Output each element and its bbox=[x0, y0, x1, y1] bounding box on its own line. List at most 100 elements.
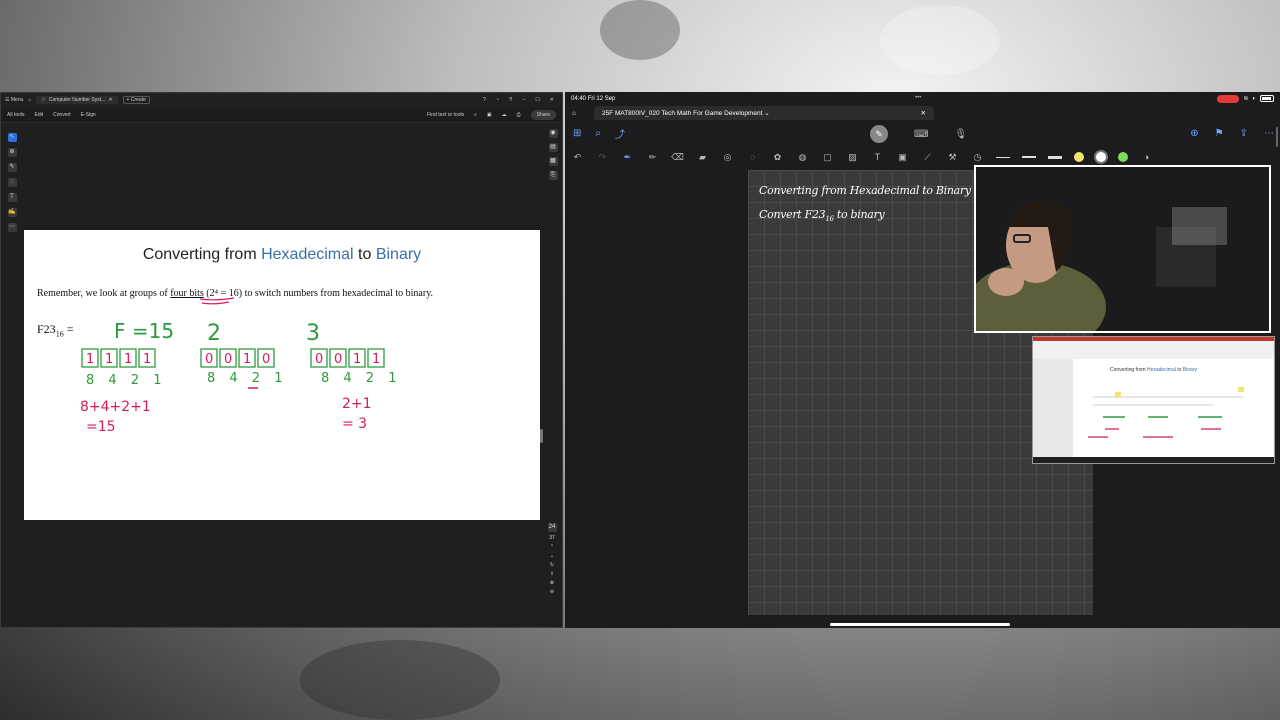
sticker-tool-icon[interactable]: ◍ bbox=[796, 152, 809, 163]
pencil-tool-icon[interactable]: ✏ bbox=[646, 152, 659, 163]
bell-icon[interactable]: ◔ bbox=[496, 97, 499, 103]
pen-icon[interactable]: ✎ bbox=[7, 163, 17, 172]
search-icon[interactable]: ⌕ bbox=[474, 112, 477, 118]
multitask-dots[interactable]: ••• bbox=[915, 95, 921, 101]
apps-icon[interactable]: ⠿ bbox=[509, 97, 513, 103]
close-tab-icon[interactable]: ✕ bbox=[108, 97, 112, 103]
bit-value: 0 bbox=[315, 352, 323, 367]
pdf-titlebar: ☰ Menu ⌂ ☆ Computer Number Syst... ✕ + C… bbox=[1, 93, 562, 107]
bit-value: 1 bbox=[243, 352, 251, 367]
search-icon[interactable]: ⌕ bbox=[595, 128, 601, 139]
green-color-swatch[interactable] bbox=[1118, 152, 1128, 162]
microphone-icon[interactable]: 🎙 bbox=[954, 129, 967, 140]
more-icon[interactable]: ⋯ bbox=[1264, 128, 1274, 139]
menu-button[interactable]: ☰ Menu bbox=[5, 97, 23, 103]
bit-value: 1 bbox=[86, 352, 94, 367]
create-button[interactable]: + Create bbox=[122, 96, 150, 104]
wallpaper-bubble bbox=[300, 640, 500, 720]
text-box-icon[interactable]: T bbox=[7, 193, 17, 202]
note-heading: Converting from Hexadecimal to Binary bbox=[759, 184, 971, 197]
page-down-icon[interactable]: ⌄ bbox=[550, 553, 554, 559]
home-icon[interactable]: ⌂ bbox=[572, 110, 576, 117]
save-icon[interactable]: ▣ bbox=[487, 112, 492, 118]
thin-stroke-option[interactable] bbox=[996, 156, 1010, 158]
eraser-tool-icon[interactable]: ⌫ bbox=[671, 152, 684, 163]
lasso-tool-icon[interactable]: ◌ bbox=[746, 152, 759, 162]
print-icon[interactable]: ⎙ bbox=[517, 112, 521, 118]
redo-icon[interactable]: ↷ bbox=[596, 152, 609, 163]
bookmark-icon[interactable]: ▤ bbox=[548, 143, 558, 152]
lasso-icon[interactable]: ◌ bbox=[7, 178, 17, 187]
pdf-scrollbar[interactable] bbox=[540, 429, 543, 443]
comment-icon[interactable]: ◉ bbox=[548, 129, 558, 138]
home-icon[interactable]: ⌂ bbox=[28, 97, 31, 103]
timer-icon[interactable]: ◷ bbox=[971, 152, 984, 163]
medium-stroke-option[interactable] bbox=[1022, 156, 1036, 158]
drawing-toolbar: ↶ ↷ ✒ ✏ ⌫ ▰ ◎ ◌ ✿ ◍ ▢ ▨ T ▣ ⟋ ⚒ ◷ ◑ bbox=[565, 147, 1280, 167]
image-tool-icon[interactable]: ▢ bbox=[821, 152, 834, 163]
window-controls: ? ◔ ⠿ – ☐ ✕ bbox=[483, 97, 562, 103]
page-up-icon[interactable]: ⌃ bbox=[550, 544, 554, 550]
document-tab[interactable]: 25F MAT800IV_020 Tech Math For Game Deve… bbox=[593, 106, 934, 120]
chevron-down-icon[interactable]: ⌄ bbox=[764, 110, 769, 117]
shape-tool-icon[interactable]: ◎ bbox=[721, 152, 734, 163]
keyboard-icon[interactable]: ⌨ bbox=[914, 129, 928, 140]
undo-icon[interactable]: ↶ bbox=[571, 152, 584, 163]
ruler-tool-icon[interactable]: ⚒ bbox=[946, 152, 959, 163]
laser-tool-icon[interactable]: ⟋ bbox=[921, 152, 934, 163]
rotate-icon[interactable]: ↻ bbox=[550, 562, 554, 568]
attachment-icon[interactable]: ⎘ bbox=[548, 171, 558, 180]
color-picker-icon[interactable]: ◑ bbox=[1140, 152, 1153, 162]
select-cursor-icon[interactable]: ↖ bbox=[7, 133, 17, 142]
ink-label-f: F =15 bbox=[114, 319, 174, 343]
zoom-out-icon[interactable]: ⊖ bbox=[550, 589, 554, 595]
download-icon[interactable]: ⇩ bbox=[550, 571, 554, 577]
white-color-swatch[interactable] bbox=[1096, 152, 1106, 162]
camera-tool-icon[interactable]: ▣ bbox=[896, 152, 909, 163]
home-indicator[interactable] bbox=[830, 623, 1010, 626]
convert-button[interactable]: Convert bbox=[53, 112, 71, 118]
export-icon[interactable]: ⇪ bbox=[1240, 128, 1248, 139]
thick-stroke-option[interactable] bbox=[1048, 155, 1062, 159]
pdf-reader-window: ☰ Menu ⌂ ☆ Computer Number Syst... ✕ + C… bbox=[0, 92, 563, 628]
edit-button[interactable]: Edit bbox=[35, 112, 44, 118]
pen-tool-icon[interactable]: ✒ bbox=[621, 152, 634, 163]
find-tools-input[interactable]: Find text or tools bbox=[427, 112, 464, 118]
signature-icon[interactable]: ✍ bbox=[7, 208, 17, 217]
current-page[interactable]: 24 bbox=[547, 523, 557, 532]
elements-tool-icon[interactable]: ✿ bbox=[771, 152, 784, 163]
handwritten-annotations: F =15 2 3 111100100011 8 4 2 1 8 4 2 1 8… bbox=[80, 297, 396, 435]
ink-label-2: 2 bbox=[207, 321, 221, 346]
esign-button[interactable]: E-Sign bbox=[81, 112, 96, 118]
share-button[interactable]: Share bbox=[530, 109, 556, 120]
bit-value: 0 bbox=[334, 352, 342, 367]
document-tab[interactable]: ☆ Computer Number Syst... ✕ bbox=[36, 96, 118, 104]
close-tab-icon[interactable]: ✕ bbox=[920, 109, 925, 117]
more-icon[interactable]: ⋯ bbox=[7, 223, 17, 232]
all-tools-button[interactable]: All tools bbox=[7, 112, 25, 118]
screen-share-thumbnail: Converting from Hexadecimal to Binary bbox=[1032, 336, 1275, 464]
pdf-toolbar: All tools Edit Convert E-Sign Find text … bbox=[1, 107, 562, 123]
maximize-icon[interactable]: ☐ bbox=[535, 97, 539, 103]
pen-mode-icon[interactable]: ✎ bbox=[870, 125, 888, 143]
ink-weights-1: 8 4 2 1 bbox=[86, 373, 166, 388]
share-link-icon[interactable]: ⤴ bbox=[615, 126, 625, 141]
help-icon[interactable]: ? bbox=[483, 97, 486, 103]
grid-view-icon[interactable]: ⊞ bbox=[573, 128, 581, 139]
pages-icon[interactable]: ▦ bbox=[548, 157, 558, 166]
cloud-icon[interactable]: ☁ bbox=[502, 112, 507, 118]
zoom-in-icon[interactable]: ⊕ bbox=[550, 580, 554, 586]
minimize-icon[interactable]: – bbox=[523, 97, 526, 103]
status-time: 04:40 bbox=[571, 95, 587, 102]
bookmark-icon[interactable]: ⚑ bbox=[1215, 128, 1224, 139]
photo-tool-icon[interactable]: ▨ bbox=[846, 152, 859, 163]
add-page-icon[interactable]: ⊕ bbox=[1190, 128, 1198, 139]
zoom-icon[interactable]: ⊕ bbox=[7, 148, 17, 157]
star-icon[interactable]: ☆ bbox=[41, 97, 45, 103]
highlighter-tool-icon[interactable]: ▰ bbox=[696, 152, 709, 163]
wallpaper-bubble bbox=[600, 0, 680, 60]
close-window-icon[interactable]: ✕ bbox=[550, 97, 554, 103]
yellow-color-swatch[interactable] bbox=[1074, 152, 1084, 162]
page-scroll-indicator[interactable] bbox=[1276, 127, 1278, 147]
text-tool-icon[interactable]: T bbox=[871, 152, 884, 162]
